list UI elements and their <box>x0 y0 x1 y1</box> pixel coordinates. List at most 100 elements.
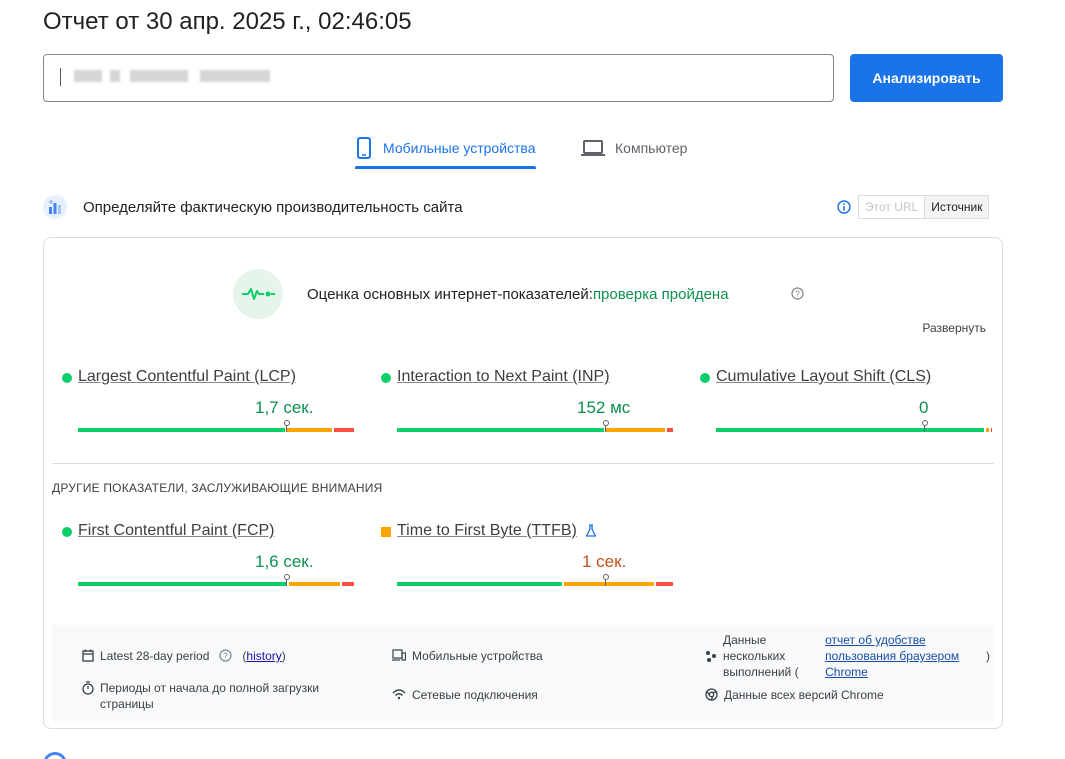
cwv-assessment-label: Оценка основных интернет-показателей: <box>307 286 593 303</box>
url-redacted <box>130 70 188 82</box>
smartphone-icon <box>357 137 371 159</box>
chrome-icon <box>705 688 718 701</box>
samples-info: Данные нескольких выполнений ( отчет об … <box>705 632 990 680</box>
percentile-marker <box>602 574 609 580</box>
crux-icon <box>43 195 67 219</box>
url-caret <box>60 68 61 86</box>
chrome-versions-label: Данные всех версий Chrome <box>724 688 884 702</box>
chrome-versions-info: Данные всех версий Chrome <box>705 687 884 703</box>
distribution-bar <box>397 574 675 586</box>
status-needs-improvement-icon <box>381 527 391 537</box>
metric-fcp-value: 1,6 сек. <box>255 552 314 571</box>
metric-cls-name[interactable]: Cumulative Layout Shift (CLS) <box>716 368 931 386</box>
toggle-origin[interactable]: Источник <box>925 196 989 218</box>
field-data-card: Оценка основных интернет-показателей:про… <box>43 237 1003 729</box>
metric-lcp: Largest Contentful Paint (LCP) 1,7 сек. <box>62 368 358 438</box>
distribution-segment-good <box>78 582 288 586</box>
distribution-segment-poor <box>342 582 354 586</box>
section-title: Определяйте фактическую производительнос… <box>83 199 463 216</box>
report-title: Отчет от 30 апр. 2025 г., 02:46:05 <box>43 8 412 35</box>
crux-section-header: Определяйте фактическую производительнос… <box>43 194 1003 222</box>
percentile-marker-line <box>924 425 925 432</box>
vitals-pulse-icon <box>233 269 283 319</box>
tab-desktop-label: Компьютер <box>615 140 688 156</box>
metric-ttfb-value: 1 сек. <box>582 552 627 571</box>
info-icon[interactable] <box>837 200 851 214</box>
distribution-segment-poor <box>333 428 354 432</box>
distribution-bar <box>78 420 356 432</box>
calendar-icon <box>82 649 94 662</box>
distribution-bar <box>716 420 994 432</box>
distribution-segment-needs-improvement <box>289 582 341 586</box>
close-paren: ) <box>281 649 286 663</box>
metric-fcp-name[interactable]: First Contentful Paint (FCP) <box>78 522 275 540</box>
metric-inp-name[interactable]: Interaction to Next Paint (INP) <box>397 368 610 386</box>
device-label: Мобильные устройства <box>412 649 543 663</box>
distribution-bar <box>397 420 675 432</box>
metric-ttfb: Time to First Byte (TTFB) 1 сек. <box>381 522 677 592</box>
tab-mobile[interactable]: Мобильные устройства <box>355 128 536 169</box>
help-icon[interactable]: ? <box>791 287 804 300</box>
crux-report-link[interactable]: отчет об удобстве пользования браузером … <box>825 632 972 680</box>
network-info: Сетевые подключения <box>392 687 538 703</box>
metric-ttfb-name[interactable]: Time to First Byte (TTFB) <box>397 522 577 540</box>
percentile-marker <box>921 420 928 426</box>
divider <box>52 463 994 464</box>
other-metrics-title: ДРУГИЕ ПОКАЗАТЕЛИ, ЗАСЛУЖИВАЮЩИЕ ВНИМАНИ… <box>52 481 383 495</box>
distribution-segment-good <box>397 582 562 586</box>
percentile-marker <box>283 574 290 580</box>
history-link[interactable]: history <box>246 649 281 663</box>
distribution-segment-needs-improvement <box>605 428 665 432</box>
samples-icon <box>706 651 716 662</box>
stopwatch-icon <box>82 681 94 695</box>
expand-link[interactable]: Развернуть <box>922 321 986 335</box>
durations-info: Периоды от начала до полной загрузки стр… <box>82 680 342 712</box>
close-paren: ) <box>986 649 990 663</box>
svg-text:?: ? <box>224 652 229 661</box>
experimental-flask-icon <box>585 524 597 537</box>
url-origin-toggle[interactable]: Этот URL Источник <box>858 195 990 219</box>
data-source-footer: Latest 28-day period ? (history) Периоды… <box>52 625 994 721</box>
status-good-icon <box>700 373 710 383</box>
wifi-icon <box>392 689 406 700</box>
url-redacted <box>200 70 270 82</box>
history-group: (history) <box>242 648 285 664</box>
distribution-segment-needs-improvement <box>286 428 332 432</box>
status-good-icon <box>381 373 391 383</box>
distribution-segment-needs-improvement <box>985 428 990 432</box>
url-input[interactable] <box>43 54 834 102</box>
tab-mobile-label: Мобильные устройства <box>383 140 536 156</box>
toggle-this-url[interactable]: Этот URL <box>859 196 926 218</box>
status-good-icon <box>62 527 72 537</box>
durations-label: Периоды от начала до полной загрузки стр… <box>100 681 320 711</box>
analyze-button[interactable]: Анализировать <box>850 54 1003 102</box>
next-section-icon <box>43 752 67 759</box>
help-icon[interactable]: ? <box>219 649 233 662</box>
percentile-marker <box>283 420 290 426</box>
percentile-marker-line <box>286 425 287 432</box>
percentile-marker <box>602 420 609 426</box>
distribution-bar <box>78 574 356 586</box>
period-info: Latest 28-day period ? (history) <box>82 648 286 664</box>
distribution-segment-poor <box>655 582 673 586</box>
url-redacted <box>110 70 120 82</box>
distribution-segment-good <box>716 428 984 432</box>
percentile-marker-line <box>286 579 287 586</box>
metric-inp-value: 152 мс <box>577 398 631 417</box>
distribution-segment-good <box>397 428 604 432</box>
laptop-icon <box>581 140 605 156</box>
percentile-marker-line <box>605 425 606 432</box>
metric-cls-value: 0 <box>919 398 929 417</box>
tab-desktop[interactable]: Компьютер <box>581 128 687 168</box>
distribution-segment-good <box>78 428 285 432</box>
percentile-marker-line <box>605 579 606 586</box>
devices-icon <box>392 649 406 661</box>
distribution-segment-poor <box>991 428 992 432</box>
metric-inp: Interaction to Next Paint (INP) 152 мс <box>381 368 677 438</box>
network-label: Сетевые подключения <box>412 688 538 702</box>
samples-label: Данные нескольких выполнений ( <box>723 633 799 679</box>
metric-cls: Cumulative Layout Shift (CLS) 0 <box>700 368 996 438</box>
metric-lcp-name[interactable]: Largest Contentful Paint (LCP) <box>78 368 296 386</box>
cwv-assessment-status: проверка пройдена <box>592 286 729 303</box>
url-redacted <box>74 70 102 82</box>
